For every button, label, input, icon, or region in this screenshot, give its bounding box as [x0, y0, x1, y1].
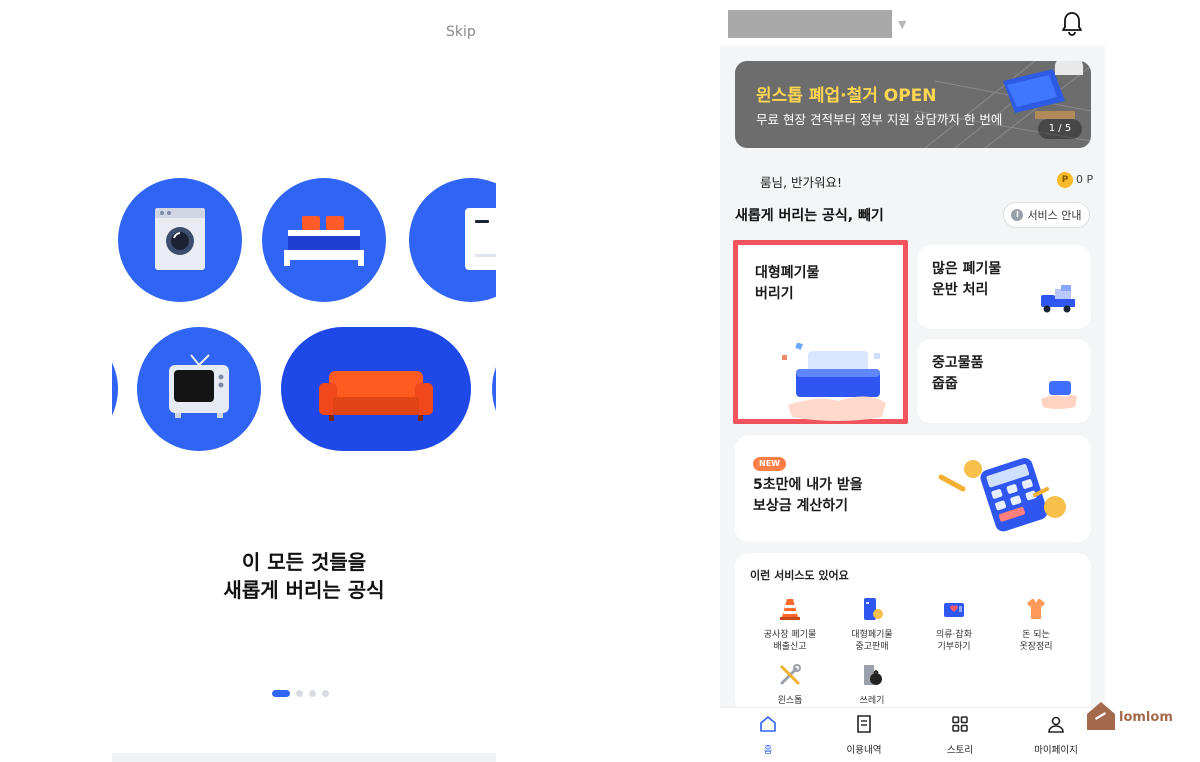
bulk-transport-card-label: 많은 폐기물 운반 처리 — [932, 259, 1001, 301]
washing-machine-icon — [155, 208, 205, 270]
service-label-line2: 기부하기 — [937, 642, 971, 652]
trash-bag-icon — [864, 665, 882, 685]
more-services-card: 이런 서비스도 있어요 공사장 폐기물 배출신고 대형폐기물 중고판매 의류·잡… — [735, 553, 1091, 713]
donation-box-icon — [944, 603, 964, 617]
watermark-text: lomlom — [1119, 710, 1173, 725]
info-icon: i — [1011, 209, 1024, 221]
service-label-line1: 쓰레기 — [859, 696, 885, 706]
skip-button[interactable]: Skip — [446, 24, 476, 40]
banner-subtitle: 무료 현장 견적부터 정부 지원 상담까지 한 번에 — [756, 112, 1003, 127]
washing-machine-illustration — [118, 178, 242, 302]
section-title: 새롭게 버리는 공식, 빼기 — [735, 208, 884, 224]
promo-banner[interactable]: 윈스톱 폐업·철거 OPEN 무료 현장 견적부터 정부 지원 상담까지 한 번… — [735, 61, 1091, 148]
bed-on-hand-icon — [782, 343, 886, 421]
bed-icon — [284, 216, 364, 266]
calculator-card-label: 5초만에 내가 받을 보상금 계산하기 — [753, 475, 863, 517]
service-trash[interactable]: 쓰레기 — [829, 663, 915, 707]
coin-icon: P — [1057, 172, 1073, 188]
used-goods-line2: 줍줍 — [932, 376, 958, 392]
traffic-cone-icon — [780, 599, 800, 620]
tab-label: 스토리 — [946, 745, 974, 756]
calculator-icon — [938, 457, 1066, 532]
used-goods-card-label: 중고물품 줍줍 — [932, 353, 984, 395]
new-badge: NEW — [753, 457, 786, 471]
more-services-title: 이런 서비스도 있어요 — [750, 569, 849, 582]
service-label-line1: 대형폐기물 — [851, 630, 893, 640]
home-icon — [760, 716, 776, 732]
watermark: lomlom — [1085, 700, 1185, 734]
tab-history[interactable]: 이용내역 — [816, 714, 912, 756]
service-label-line1: 공사장 폐기물 — [763, 630, 817, 640]
bulky-waste-card-label: 대형폐기물 버리기 — [755, 263, 819, 305]
bulk-transport-line1: 많은 폐기물 — [932, 261, 1002, 277]
fridge-illustration — [409, 178, 496, 302]
page-dot[interactable] — [309, 690, 316, 697]
hand-holding-item-icon — [1041, 381, 1077, 409]
fridge-icon — [465, 208, 496, 270]
banner-page-indicator: 1 / 5 — [1038, 119, 1082, 139]
receipt-icon — [857, 715, 871, 733]
tab-label: 마이페이지 — [1034, 745, 1078, 756]
bulk-transport-line2: 운반 처리 — [932, 282, 989, 298]
bulky-waste-line1: 대형폐기물 — [755, 265, 820, 281]
clothes-icon — [1027, 599, 1045, 619]
onboarding-title-line2: 새롭게 버리는 공식 — [223, 578, 385, 602]
tab-label: 이용내역 — [846, 745, 882, 756]
bulk-transport-card[interactable]: 많은 폐기물 운반 처리 — [917, 245, 1091, 329]
onboarding-screen: Skip 이 모든 것들을 새롭게 버리는 공식 — [112, 0, 496, 762]
page-dot-active[interactable] — [272, 690, 290, 697]
truck-icon — [1041, 285, 1075, 313]
page-indicator — [272, 690, 329, 697]
bell-icon[interactable] — [1060, 11, 1084, 37]
service-label-line2: 배출신고 — [773, 642, 807, 652]
service-label-line1: 의류·잡화 — [936, 630, 972, 640]
app-home-screen: ▼ 윈스톱 폐업·철거 OPEN 무료 현장 견적부터 정부 지원 상담까지 한… — [720, 0, 1105, 762]
service-clothing-donation[interactable]: 의류·잡화 기부하기 — [911, 597, 997, 653]
tab-label: 홈 — [763, 745, 773, 756]
onboarding-title: 이 모든 것들을 새롭게 버리는 공식 — [112, 548, 496, 604]
house-logo-icon — [1087, 702, 1115, 730]
tools-icon — [780, 664, 801, 685]
service-label-line1: 돈 되는 — [1022, 630, 1050, 640]
banner-title: 윈스톱 폐업·철거 OPEN — [756, 86, 937, 106]
page-dot[interactable] — [322, 690, 329, 697]
service-guide-button[interactable]: i 서비스 안내 — [1003, 202, 1090, 228]
compensation-calculator-card[interactable]: NEW 5초만에 내가 받을 보상금 계산하기 — [735, 435, 1091, 542]
service-label-line1: 윈스톱 — [777, 696, 803, 706]
used-goods-card[interactable]: 중고물품 줍줍 — [917, 339, 1091, 423]
tv-icon — [169, 354, 229, 418]
bottom-divider — [112, 753, 496, 762]
bulky-waste-card[interactable]: 대형폐기물 버리기 — [733, 240, 908, 424]
service-label-line2: 옷장정리 — [1019, 642, 1053, 652]
calculator-line1: 5초만에 내가 받을 — [753, 477, 863, 493]
tab-home[interactable]: 홈 — [720, 714, 816, 756]
grid-icon — [952, 716, 968, 732]
calculator-line2: 보상금 계산하기 — [753, 498, 849, 514]
partial-circle-left — [112, 327, 118, 451]
top-bar: ▼ — [720, 0, 1105, 46]
onboarding-title-line1: 이 모든 것들을 — [241, 550, 367, 574]
partial-circle-right — [492, 327, 496, 451]
sofa-illustration — [281, 327, 471, 451]
tv-illustration — [137, 327, 261, 451]
bulky-waste-line2: 버리기 — [755, 286, 794, 302]
chevron-down-icon[interactable]: ▼ — [898, 18, 906, 31]
used-goods-line1: 중고물품 — [932, 355, 984, 371]
bottom-tab-bar: 홈 이용내역 스토리 마이페이지 — [720, 707, 1105, 762]
fridge-coin-icon — [864, 598, 883, 620]
sofa-icon — [319, 371, 433, 421]
service-bulky-resale[interactable]: 대형폐기물 중고판매 — [829, 597, 915, 653]
service-winstop[interactable]: 윈스톱 — [747, 663, 833, 707]
service-guide-label: 서비스 안내 — [1027, 209, 1082, 222]
service-closet-cleanup[interactable]: 돈 되는 옷장정리 — [993, 597, 1079, 653]
service-construction-waste[interactable]: 공사장 폐기물 배출신고 — [747, 597, 833, 653]
tab-story[interactable]: 스토리 — [912, 714, 1008, 756]
location-selector-redacted[interactable] — [728, 10, 892, 38]
bed-illustration — [262, 178, 386, 302]
points-value[interactable]: 0 P — [1076, 173, 1093, 186]
greeting-text: 룸님, 반가워요! — [760, 175, 842, 190]
service-label-line2: 중고판매 — [855, 642, 889, 652]
page-dot[interactable] — [296, 690, 303, 697]
person-icon — [1048, 716, 1064, 733]
